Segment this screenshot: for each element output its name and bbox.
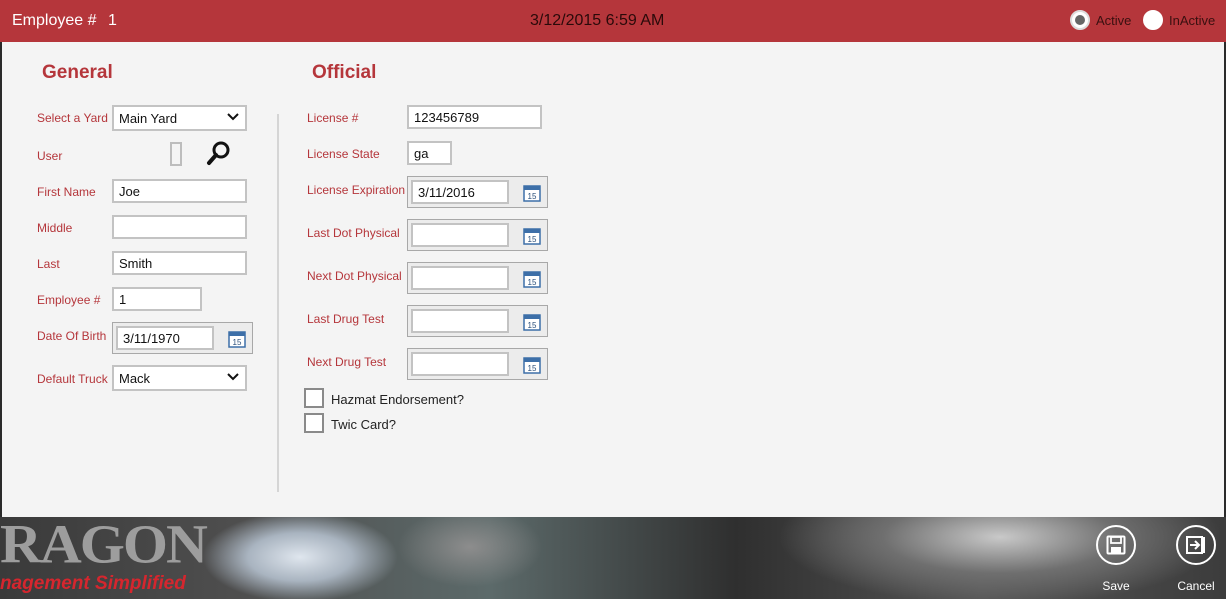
license-label: License # [307, 111, 359, 125]
user-field[interactable] [170, 142, 182, 166]
calendar-icon[interactable]: 15 [523, 227, 541, 245]
employee-form-panel: General Select a Yard Main Yard User Fir… [2, 42, 1224, 517]
background-banner: RAGON nagement Simplified Save Cancel [0, 517, 1226, 599]
current-datetime: 3/12/2015 6:59 AM [530, 12, 665, 29]
license-state-input[interactable] [407, 141, 452, 165]
brand-logo-text: RAGON [0, 513, 208, 575]
brand-tagline: nagement Simplified [0, 573, 186, 594]
middle-name-input[interactable] [112, 215, 247, 239]
title-bar: Employee # 1 3/12/2015 6:59 AM Active In… [0, 0, 1226, 42]
yard-label: Select a Yard [37, 111, 108, 125]
calendar-icon[interactable]: 15 [523, 184, 541, 202]
save-label: Save [1102, 579, 1130, 593]
svg-text:15: 15 [528, 278, 537, 287]
employee-label: Employee # [12, 12, 97, 29]
svg-text:15: 15 [528, 364, 537, 373]
save-button[interactable]: Save [1076, 525, 1156, 593]
employee-number-label: Employee # [37, 293, 101, 307]
last-drug-test-date-picker[interactable]: 15 [407, 305, 548, 337]
last-dot-physical-label: Last Dot Physical [307, 226, 400, 240]
svg-text:15: 15 [528, 192, 537, 201]
cancel-label: Cancel [1177, 579, 1215, 593]
next-dot-physical-label: Next Dot Physical [307, 269, 402, 283]
dob-date-picker[interactable]: 3/11/1970 15 [112, 322, 253, 354]
hazmat-label: Hazmat Endorsement? [331, 392, 464, 407]
twic-checkbox[interactable] [304, 413, 324, 433]
status-inactive-radio[interactable]: InActive [1143, 10, 1215, 30]
next-dot-physical-input[interactable] [411, 266, 509, 290]
status-active-label: Active [1096, 12, 1132, 28]
official-section-title: Official [312, 62, 377, 83]
svg-text:15: 15 [528, 321, 537, 330]
radio-unchecked-icon[interactable] [1143, 10, 1163, 30]
dob-label: Date Of Birth [37, 329, 107, 343]
default-truck-value: Mack [119, 371, 151, 386]
chevron-down-icon [227, 373, 239, 381]
svg-text:15: 15 [233, 338, 242, 347]
svg-text:15: 15 [528, 235, 537, 244]
middle-label: Middle [37, 221, 73, 235]
twic-label: Twic Card? [331, 417, 397, 432]
license-expiration-input[interactable]: 3/11/2016 [411, 180, 509, 204]
first-name-input[interactable] [112, 179, 247, 203]
license-expiration-date-picker[interactable]: 3/11/2016 15 [407, 176, 548, 208]
calendar-icon[interactable]: 15 [523, 356, 541, 374]
status-active-radio[interactable]: Active [1070, 10, 1131, 30]
last-dot-physical-input[interactable] [411, 223, 509, 247]
user-label: User [37, 149, 63, 163]
calendar-icon[interactable]: 15 [228, 330, 246, 348]
cancel-button[interactable]: Cancel [1156, 525, 1226, 593]
license-state-label: License State [307, 147, 380, 161]
exit-icon [1186, 536, 1205, 554]
last-dot-physical-date-picker[interactable]: 15 [407, 219, 548, 251]
next-drug-test-label: Next Drug Test [307, 355, 387, 369]
next-drug-test-input[interactable] [411, 352, 509, 376]
last-drug-test-input[interactable] [411, 309, 509, 333]
last-name-label: Last [37, 257, 60, 271]
status-inactive-label: InActive [1169, 12, 1216, 28]
default-truck-label: Default Truck [37, 372, 108, 386]
last-drug-test-label: Last Drug Test [307, 312, 385, 326]
general-section-title: General [42, 62, 113, 83]
hazmat-checkbox[interactable] [304, 388, 324, 408]
search-icon[interactable] [206, 140, 232, 166]
calendar-icon[interactable]: 15 [523, 313, 541, 331]
employee-number-input[interactable] [112, 287, 202, 311]
dob-input[interactable]: 3/11/1970 [116, 326, 214, 350]
calendar-icon[interactable]: 15 [523, 270, 541, 288]
license-expiration-label: License Expiration [307, 183, 406, 197]
last-name-input[interactable] [112, 251, 247, 275]
employee-number: 1 [108, 12, 117, 29]
default-truck-select[interactable]: Mack [112, 365, 247, 391]
section-divider [277, 114, 279, 492]
license-number-input[interactable] [407, 105, 542, 129]
yard-select-value: Main Yard [119, 111, 178, 126]
radio-checked-icon[interactable] [1070, 10, 1090, 30]
yard-select[interactable]: Main Yard [112, 105, 247, 131]
next-dot-physical-date-picker[interactable]: 15 [407, 262, 548, 294]
chevron-down-icon [227, 113, 239, 121]
save-icon [1106, 535, 1126, 555]
next-drug-test-date-picker[interactable]: 15 [407, 348, 548, 380]
first-name-label: First Name [37, 185, 96, 199]
